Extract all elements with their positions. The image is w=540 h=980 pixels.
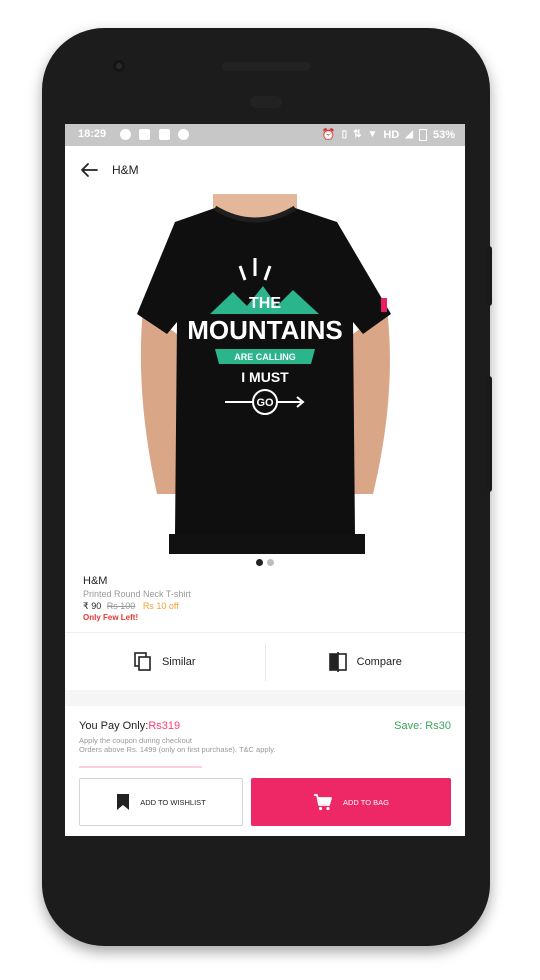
print-line-1: THE — [249, 295, 281, 312]
you-pay-value: Rs319 — [148, 720, 181, 732]
print-line-2: MOUNTAINS — [187, 315, 343, 345]
alarm-icon: ⏰ — [321, 129, 336, 141]
product-brand: H&M — [83, 575, 108, 587]
similar-label: Similar — [161, 656, 196, 668]
earpiece-speaker — [222, 62, 310, 71]
compare-label: Compare — [356, 656, 402, 668]
battery-percent: 53% — [432, 128, 455, 141]
you-pay-row: You Pay Only:Rs319 — [79, 720, 180, 732]
stock-warning: Only Few Left! — [83, 613, 139, 622]
signal-icon: ◢ — [405, 129, 413, 140]
sync-icon — [178, 129, 189, 140]
print-line-3: ARE CALLING — [234, 352, 296, 362]
bag-label: ADD TO BAG — [343, 797, 389, 807]
add-to-bag-button[interactable]: ADD TO BAG — [251, 778, 451, 826]
cart-icon — [314, 794, 332, 811]
action-row: Similar Compare — [65, 632, 465, 691]
p-app-icon — [120, 129, 131, 140]
product-name: Printed Round Neck T-shirt — [83, 589, 191, 599]
you-pay-label: You Pay Only: — [79, 720, 149, 732]
discount-text: Rs 10 off — [142, 601, 179, 611]
pager-dot-active[interactable] — [256, 559, 263, 566]
wifi-icon: ▼ — [367, 129, 378, 140]
proximity-sensor — [250, 96, 282, 108]
section-divider — [65, 690, 465, 706]
image-pager-dots[interactable] — [256, 559, 274, 566]
coupon-terms: Orders above Rs. 1499 (only on first pur… — [79, 745, 276, 754]
status-time: 18:29 — [78, 128, 107, 140]
page-title: H&M — [112, 163, 139, 177]
arrow-left-icon[interactable] — [79, 160, 99, 180]
status-bar: 18:29 ⏰ ▯ ⇅ ▼ HD ◢ 53% — [65, 124, 465, 146]
app-screen: 18:29 ⏰ ▯ ⇅ ▼ HD ◢ 53% H&M THE MOUNTAINS… — [65, 124, 465, 836]
battery-icon — [418, 128, 427, 141]
power-button — [486, 376, 492, 492]
volume-button — [486, 246, 492, 306]
data-arrows-icon: ⇅ — [353, 129, 362, 140]
tshirt-image: THE MOUNTAINS ARE CALLING I MUST GO — [137, 194, 391, 554]
selling-price: ₹ 90 — [83, 601, 102, 611]
pay-section: You Pay Only:Rs319 Save: Rs30 Apply the … — [65, 706, 465, 836]
mrp-price: Rs 100 — [106, 601, 136, 611]
wishlist-label: ADD TO WISHLIST — [140, 797, 206, 807]
vibrate-icon: ▯ — [341, 129, 348, 140]
pager-dot[interactable] — [267, 559, 274, 566]
print-line-4: I MUST — [241, 369, 289, 385]
mail-icon — [139, 129, 150, 140]
similar-button[interactable]: Similar — [65, 633, 265, 691]
bookmark-icon — [117, 794, 130, 810]
compare-icon — [328, 652, 347, 672]
price-row: ₹ 90 Rs 100 Rs 10 off — [83, 601, 179, 612]
coupon-progress-bar — [79, 766, 202, 768]
photo-icon — [159, 129, 170, 140]
product-image[interactable]: THE MOUNTAINS ARE CALLING I MUST GO — [65, 194, 465, 554]
compare-button[interactable]: Compare — [266, 633, 466, 691]
save-amount: Save: Rs30 — [394, 720, 451, 732]
add-to-wishlist-button[interactable]: ADD TO WISHLIST — [79, 778, 243, 826]
print-line-5: GO — [256, 397, 274, 409]
copy-icon — [134, 652, 151, 671]
front-camera — [113, 60, 125, 72]
app-bar: H&M — [65, 146, 465, 195]
coupon-note: Apply the coupon during checkout — [79, 736, 192, 745]
hd-label: HD — [383, 128, 400, 141]
